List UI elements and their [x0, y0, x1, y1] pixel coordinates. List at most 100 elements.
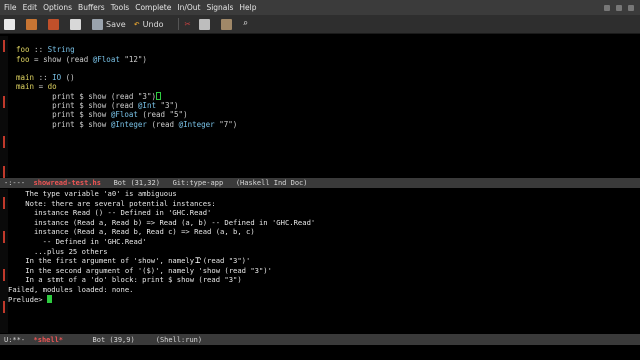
menu-item-options[interactable]: Options	[43, 3, 72, 12]
close-buffer-button[interactable]	[70, 18, 84, 30]
code-token: = show (read	[29, 54, 93, 64]
cut-button[interactable]: ✂	[185, 19, 191, 30]
code-token: String	[47, 45, 75, 55]
code-token: =	[34, 82, 48, 92]
shell-output-line: The type variable 'a0' is ambiguous	[8, 189, 177, 198]
code-token: @Integer	[178, 119, 215, 129]
code-token: ::	[34, 73, 53, 83]
copy-button[interactable]	[198, 18, 213, 30]
buffer-name[interactable]: showread-test.hs	[34, 179, 101, 187]
save-label: Save	[106, 19, 126, 29]
code-token: main	[16, 73, 35, 83]
code-token: (read	[146, 119, 179, 129]
new-file-button[interactable]	[4, 18, 18, 30]
mode-line-shell: U:**- *shell* Bot (39,9) (Shell:run)	[0, 334, 640, 345]
shell-output-line: instance (Read a, Read b) => Read (a, b)…	[8, 217, 316, 227]
mode-line-editor: -:--- showread-test.hs Bot (31,32) Git:t…	[0, 178, 640, 188]
modeline-status: -:---	[4, 179, 34, 187]
open-file-button[interactable]	[26, 18, 40, 30]
menu-item-file[interactable]: File	[4, 3, 17, 12]
new-file-icon	[4, 18, 15, 30]
code-token: "3")	[155, 101, 179, 111]
shell-output-line: In a stmt of a 'do' block: print $ show …	[8, 275, 242, 285]
menu-item-complete[interactable]: Complete	[135, 3, 171, 12]
shell-output-line: -- Defined in 'GHC.Read'	[8, 236, 147, 246]
menu-item-signals[interactable]: Signals	[206, 3, 233, 12]
code-token: IO	[52, 73, 62, 83]
undo-icon: ↶	[133, 18, 140, 30]
code-line: print $ show @Float (read "5")	[8, 110, 640, 119]
fringe-marker	[3, 40, 5, 52]
toolbar-separator	[177, 18, 179, 30]
save-icon	[92, 18, 103, 30]
code-line: foo :: String	[8, 45, 640, 54]
buffer-name[interactable]: *shell*	[34, 336, 64, 344]
code-editor[interactable]: foo :: String foo = show (read @Float "12…	[8, 36, 640, 177]
save-button[interactable]: Save	[92, 18, 126, 30]
undo-label: Undo	[142, 19, 164, 29]
code-token: "7")	[214, 119, 238, 129]
code-token: @Float	[110, 110, 138, 120]
menu-item-buffers[interactable]: Buffers	[78, 3, 105, 12]
menu-item-edit[interactable]: Edit	[23, 3, 38, 12]
tray-icon[interactable]	[616, 4, 622, 11]
code-token: "12")	[119, 54, 147, 64]
paste-button[interactable]	[220, 18, 235, 30]
shell-prompt: Prelude>	[8, 294, 47, 304]
open-dir-button[interactable]	[48, 18, 62, 30]
modeline-info: Bot (39,9) (Shell:run)	[63, 335, 203, 344]
left-fringe-top	[0, 36, 8, 178]
code-token: @Float	[92, 54, 120, 64]
code-token: foo	[16, 45, 30, 55]
code-token: print $ show	[16, 119, 111, 129]
shell-output-line: instance Read () -- Defined in 'GHC.Read…	[8, 208, 212, 218]
menu-item-inout[interactable]: In/Out	[177, 3, 200, 12]
code-line: main :: IO ()	[8, 73, 640, 82]
tray-icon[interactable]	[604, 4, 610, 11]
fringe-marker	[3, 136, 5, 148]
code-token: do	[47, 82, 57, 92]
cut-icon: ✂	[184, 18, 191, 30]
fringe-marker	[3, 269, 5, 281]
mouse-pointer-icon: ⌶	[195, 256, 201, 266]
fringe-marker	[3, 301, 5, 313]
fringe-marker	[3, 197, 5, 209]
close-icon	[70, 18, 81, 30]
menu-item-tools[interactable]: Tools	[111, 3, 129, 12]
code-line: print $ show (read "3")	[8, 91, 640, 101]
search-button[interactable]: ⌕	[243, 19, 248, 29]
code-token: @Integer	[110, 119, 147, 129]
modeline-info: Bot (31,32) Git:type-app (Haskell Ind Do…	[100, 179, 308, 187]
code-token: (read "5")	[137, 110, 188, 120]
code-token: @Int	[137, 101, 156, 111]
fringe-marker	[3, 96, 5, 108]
fringe-marker	[3, 231, 5, 243]
shell-output-line: In the first argument of 'show', namely …	[8, 256, 251, 266]
code-token: print $ show (read	[16, 101, 138, 111]
shell-buffer[interactable]: The type variable 'a0' is ambiguous Note…	[8, 189, 640, 333]
modeline-status: U:**-	[4, 335, 34, 344]
code-line: foo = show (read @Float "12")	[8, 55, 640, 64]
fringe-marker	[3, 166, 5, 178]
search-icon: ⌕	[242, 19, 249, 29]
toolbar: Save ↶ Undo ✂ ⌕	[0, 15, 640, 34]
shell-output-line: In the second argument of '($)', namely …	[8, 265, 272, 275]
text-cursor	[46, 294, 52, 303]
code-token: foo	[16, 54, 30, 64]
open-folder-icon	[26, 18, 37, 30]
left-fringe-bottom	[0, 189, 8, 333]
text-cursor	[155, 91, 161, 100]
system-tray	[440, 0, 640, 15]
echo-area	[0, 345, 640, 360]
menu-item-help[interactable]: Help	[239, 3, 256, 12]
shell-output-line: instance (Read a, Read b, Read c) => Rea…	[8, 227, 255, 237]
shell-output-line: Note: there are several potential instan…	[8, 198, 216, 208]
copy-icon	[198, 18, 210, 30]
code-token: main	[16, 82, 35, 92]
tray-icon[interactable]	[628, 4, 634, 11]
undo-button[interactable]: ↶ Undo	[134, 19, 164, 30]
code-token: ::	[29, 45, 48, 55]
shell-prompt-line[interactable]: Prelude>	[8, 294, 640, 305]
